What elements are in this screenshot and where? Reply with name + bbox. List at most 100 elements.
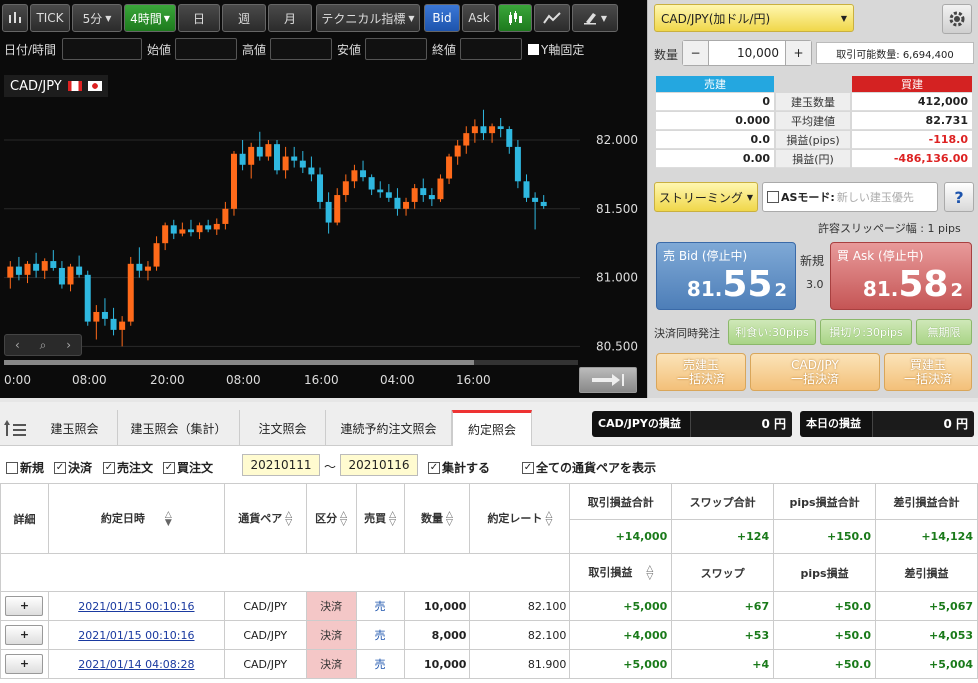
col-detail-label: 詳細 [13,512,36,526]
quantity-minus-button[interactable]: − [683,41,709,65]
ask-price: 81. 58 2 [863,267,963,303]
take-profit-button[interactable]: 利食い:30pips [728,319,816,345]
datetime-cell: 2021/01/15 00:10:16 [47,620,225,650]
candle-body [84,274,91,322]
tab-chain-orders[interactable]: 連続予約注文照会 [326,410,452,446]
col-side[interactable]: 売買 △ ▽ [355,483,405,554]
checkbox-icon [528,44,539,55]
ask-button[interactable]: Ask [462,4,496,32]
sell-position-value: 0.00 [656,150,774,168]
col-kind[interactable]: 区分 △ ▽ [305,483,357,554]
interval-5m-dropdown[interactable]: 5分 ▼ [72,4,122,32]
chart-scrollbar-track[interactable] [4,360,578,365]
candle-body [136,263,143,271]
datetime-field[interactable] [62,38,142,60]
tab-positions-summary[interactable]: 建玉照会（集計） [118,410,240,446]
candle-body [342,181,349,196]
x-tick-label: 20:00 [150,373,185,387]
tab-positions[interactable]: 建玉照会 [32,410,118,446]
candle-body [540,201,547,207]
sort-arrows-icon[interactable]: △ ▽ [446,511,453,528]
line-chart-icon[interactable] [534,4,570,32]
filter-buy-checkbox[interactable]: ✓ 買注文 [163,459,213,476]
close-field[interactable] [460,38,522,60]
execution-datetime-link[interactable]: 2021/01/14 04:08:28 [78,658,194,671]
filter-new-checkbox[interactable]: 新規 [6,459,44,476]
scroll-left-icon[interactable]: ‹ [15,338,20,352]
quantity-input[interactable]: 10,000 [709,46,785,60]
interval-month-button[interactable]: 月 [268,4,312,32]
expand-button[interactable]: + [5,596,44,616]
expand-button[interactable]: + [5,654,44,674]
settings-gear-icon[interactable] [942,4,972,34]
no-limit-button[interactable]: 無期限 [916,319,972,345]
expand-button[interactable]: + [5,625,44,645]
help-button[interactable]: ? [944,182,974,212]
quantity-stepper[interactable]: − 10,000 + [682,40,812,66]
col-pair[interactable]: 通貨ペア △ ▽ [223,483,307,554]
aggregate-checkbox[interactable]: ✓ 集計する [428,459,490,476]
qty-cell: 8,000 [403,620,471,650]
sort-arrows-icon[interactable]: △ ▽ [545,511,552,528]
pair-cell: CAD/JPY [223,620,307,650]
candle-body [15,266,22,275]
interval-4h-dropdown[interactable]: 4時間 ▼ [124,4,176,32]
buy-position-close-all-button[interactable]: 買建玉 一括決済 [884,353,972,391]
y-tick-label: 82.000 [596,133,638,147]
chart-scrollbar-thumb[interactable] [4,360,474,365]
candle-body [360,170,367,178]
col-datetime[interactable]: 約定日時 △ ▼ [47,483,225,554]
execution-datetime-link[interactable]: 2021/01/15 00:10:16 [78,629,194,642]
filter-sell-checkbox[interactable]: ✓ 売注文 [103,459,153,476]
col-qty[interactable]: 数量 △ ▽ [403,483,471,554]
sort-list-icon[interactable] [2,416,28,440]
col-rate[interactable]: 約定レート △ ▽ [469,483,571,554]
tick-button[interactable]: TICK [30,4,70,32]
candle-chart-icon[interactable] [498,4,532,32]
all-pairs-checkbox[interactable]: ✓ 全ての通貨ペアを表示 [522,459,656,476]
currency-pair-dropdown[interactable]: CAD/JPY(加ドル/円) ▼ [654,4,854,32]
zoom-icon[interactable]: ⌕ [40,338,47,353]
pair-close-all-button[interactable]: CAD/JPY 一括決済 [750,353,880,391]
x-tick-label: 08:00 [72,373,107,387]
low-field[interactable] [365,38,427,60]
date-to-input[interactable]: 20210116 [340,454,418,476]
as-mode-checkbox[interactable] [767,191,779,203]
chart-type-icon[interactable] [2,4,28,32]
interval-week-button[interactable]: 週 [222,4,266,32]
technical-indicator-dropdown[interactable]: テクニカル指標 ▼ [316,4,420,32]
canada-flag-icon [67,81,82,91]
candle-body [299,160,306,168]
as-mode-control[interactable]: ASモード: 新しい建玉優先 [762,182,938,212]
sort-arrows-icon[interactable]: △ ▽ [389,511,396,528]
sort-arrows-icon[interactable]: △ ▽ [340,511,347,528]
quantity-plus-button[interactable]: + [785,41,811,65]
col-total-trade: 取引損益合計 [569,483,673,520]
y-axis-fix-checkbox[interactable]: Y軸固定 [528,41,584,58]
tab-orders[interactable]: 注文照会 [240,410,326,446]
sell-bid-button[interactable]: 売 Bid (停止中) 81. 55 2 [656,242,796,310]
sell-position-close-all-button[interactable]: 売建玉 一括決済 [656,353,746,391]
open-field[interactable] [175,38,237,60]
filter-settle-checkbox[interactable]: ✓ 決済 [54,459,92,476]
streaming-dropdown[interactable]: ストリーミング ▼ [654,182,758,212]
drawing-tool-icon[interactable]: ▼ [572,4,618,32]
sort-arrows-icon[interactable]: △ ▽ [646,565,653,582]
scroll-to-latest-button[interactable] [579,367,637,393]
date-from-input[interactable]: 20210111 [242,454,320,476]
high-field[interactable] [270,38,332,60]
candle-body [162,225,169,244]
swap-cell: +4 [671,649,775,679]
execution-datetime-link[interactable]: 2021/01/15 00:10:16 [78,600,194,613]
sort-arrows-icon[interactable]: △ ▼ [165,511,172,528]
scroll-right-icon[interactable]: › [66,338,71,352]
technical-indicator-label: テクニカル指標 [321,11,406,26]
interval-day-button[interactable]: 日 [178,4,220,32]
sort-arrows-icon[interactable]: △ ▽ [285,511,292,528]
col-trade[interactable]: 取引損益 △ ▽ [569,553,673,592]
stop-loss-button[interactable]: 損切り:30pips [820,319,912,345]
candle-body [50,261,57,268]
bid-button[interactable]: Bid [424,4,460,32]
buy-ask-button[interactable]: 買 Ask (停止中) 81. 58 2 [830,242,972,310]
tab-executions[interactable]: 約定照会 [452,410,532,446]
